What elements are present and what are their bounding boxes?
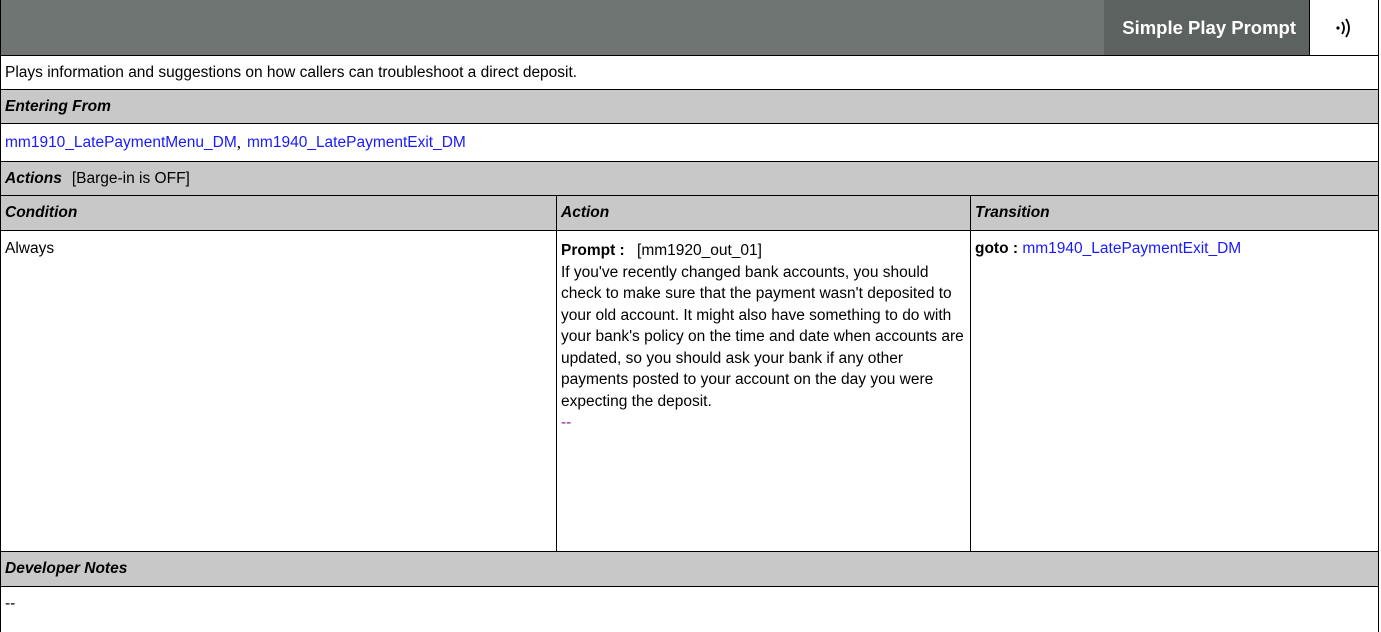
condition-text: Always: [5, 240, 55, 257]
page-title: Simple Play Prompt: [1122, 16, 1296, 38]
prompt-dash-link[interactable]: --: [561, 412, 965, 434]
condition-header-text: Condition: [5, 204, 78, 221]
actions-table-header: Condition Action Transition: [1, 196, 1378, 231]
condition-cell: Always: [1, 231, 557, 551]
action-header-text: Action: [561, 204, 610, 221]
transition-cell: goto : mm1940_LatePaymentExit_DM: [971, 231, 1378, 551]
action-column-header: Action: [557, 196, 971, 230]
description-text: Plays information and suggestions on how…: [5, 63, 578, 81]
developer-notes-label: Developer Notes: [5, 560, 128, 577]
developer-notes-header: Developer Notes: [1, 552, 1378, 587]
actions-label: Actions: [5, 169, 62, 187]
transition-header-text: Transition: [975, 204, 1050, 221]
transition-link-late-payment-exit[interactable]: mm1940_LatePaymentExit_DM: [1022, 240, 1241, 257]
link-separator: ,: [236, 132, 242, 152]
table-row: Always Prompt : [mm1920_out_01] If you'v…: [1, 231, 1378, 552]
prompt-label: Prompt :: [561, 242, 625, 259]
condition-column-header: Condition: [1, 196, 557, 230]
developer-notes-body: --: [1, 587, 1378, 632]
entering-from-header: Entering From: [1, 90, 1378, 124]
prompt-spec-page: Simple Play Prompt Plays information and…: [0, 0, 1379, 632]
description-row: Plays information and suggestions on how…: [1, 56, 1378, 90]
title-box: Simple Play Prompt: [1104, 0, 1310, 55]
developer-notes-text: --: [5, 595, 16, 612]
prompt-id: [mm1920_out_01]: [637, 242, 762, 259]
entering-link-late-payment-menu[interactable]: mm1910_LatePaymentMenu_DM: [5, 134, 237, 152]
entering-from-links-row: mm1910_LatePaymentMenu_DM , mm1940_LateP…: [1, 124, 1378, 162]
transition-column-header: Transition: [971, 196, 1378, 230]
prompt-text: If you've recently changed bank accounts…: [561, 263, 964, 410]
actions-header: Actions [Barge-in is OFF]: [1, 162, 1378, 196]
entering-from-label: Entering From: [5, 97, 111, 115]
speaker-audio-icon: [1309, 0, 1378, 55]
action-cell: Prompt : [mm1920_out_01] If you've recen…: [557, 231, 971, 551]
barge-in-status: [Barge-in is OFF]: [71, 169, 190, 187]
goto-label: goto :: [975, 240, 1019, 257]
title-bar: Simple Play Prompt: [1, 0, 1378, 56]
entering-link-late-payment-exit[interactable]: mm1940_LatePaymentExit_DM: [247, 134, 466, 152]
